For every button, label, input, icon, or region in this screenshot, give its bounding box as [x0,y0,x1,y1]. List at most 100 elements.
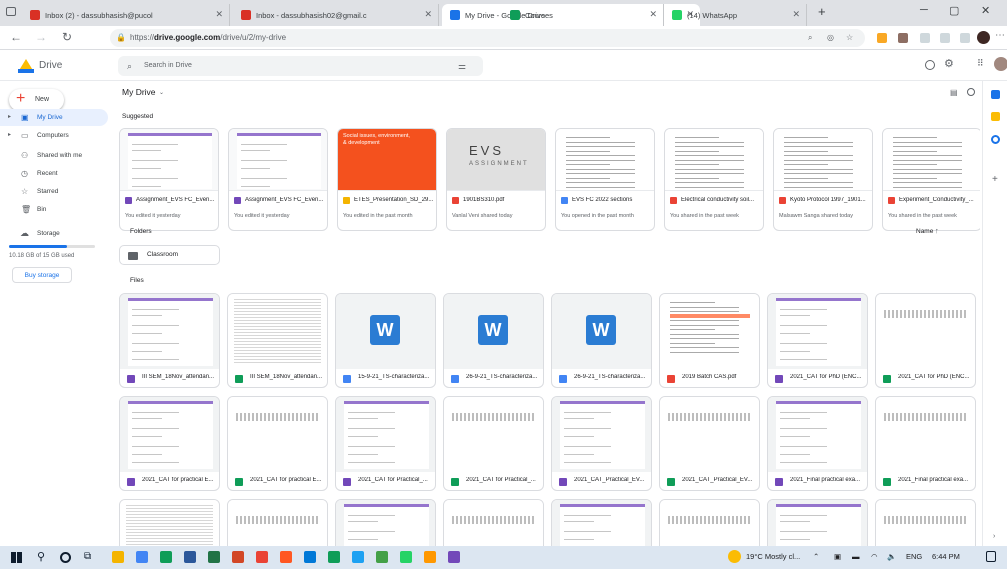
list-view-icon[interactable]: ▤ [950,88,958,97]
taskbar-app-icon[interactable] [208,551,220,563]
close-window-icon[interactable]: ✕ [981,4,990,17]
battery-icon[interactable]: ▬ [852,552,860,561]
taskbar-app-icon[interactable] [328,551,340,563]
downloads-icon[interactable] [960,33,970,43]
expand-panel-icon[interactable]: › [993,533,995,540]
taskbar-app-icon[interactable] [256,551,268,563]
weather-text[interactable]: 19°C Mostly cl... [746,552,800,561]
browser-tab[interactable]: Courses ✕ [502,4,664,26]
file-card[interactable] [551,499,652,546]
calendar-icon[interactable] [991,90,1000,99]
url-field[interactable]: 🔒 https://drive.google.com/drive/u/2/my-… [110,29,865,47]
file-card[interactable]: W 15-9-21_TS-characteriza... [335,293,436,388]
maximize-icon[interactable]: ▢ [949,4,959,17]
taskbar-app-icon[interactable] [304,551,316,563]
forward-arrow-icon[interactable]: → [35,30,47,44]
file-card[interactable]: 2021_CAT for PhD (ENC... [875,293,976,388]
favorite-star-icon[interactable]: ☆ [846,29,853,47]
suggested-file-card[interactable]: Assignment_EVS FC_Even... You edited it y… [228,128,328,231]
file-card[interactable]: 2021_Final practical exa... [767,396,868,491]
file-card[interactable] [119,499,220,546]
file-card[interactable]: W 26-9-21_TS-characteriza... [551,293,652,388]
favorites-icon[interactable] [940,33,950,43]
close-tab-icon[interactable]: ✕ [649,9,657,20]
suggested-file-card[interactable]: Electrical conductivity soil... You share… [664,128,764,231]
wifi-icon[interactable]: ◠ [871,552,878,561]
account-avatar[interactable] [994,57,1007,71]
sidebar-item-computers[interactable]: ▸ ▭ Computers [0,127,108,144]
weather-sun-icon[interactable] [728,550,741,563]
extension-puzzle-icon[interactable] [898,33,908,43]
file-card[interactable]: 2021_CAT for Practical_... [335,396,436,491]
file-card[interactable]: 2021_CAT_Practical_EV... [659,396,760,491]
zoom-icon[interactable]: ⌕ [808,29,812,47]
sidebar-item-starred[interactable]: ☆ Starred [0,183,108,200]
file-card[interactable]: 2019 Batch CAS.pdf [659,293,760,388]
reader-icon[interactable]: ◎ [827,29,834,47]
tray-chevron-icon[interactable]: ⌃ [813,552,819,561]
file-card[interactable]: 2021_CAT for PhD (ENC... [767,293,868,388]
suggested-file-card[interactable]: Kyoto Protocol 1997_1901... Malsawm Sanga… [773,128,873,231]
file-card[interactable] [227,499,328,546]
tab-actions-icon[interactable] [6,7,16,16]
file-card[interactable]: 2021_CAT for practical E... [119,396,220,491]
expand-arrow-icon[interactable]: ▸ [8,127,11,144]
help-icon[interactable] [925,60,935,70]
search-input[interactable]: ⌕ Search in Drive ⚌ [118,56,483,76]
page-title[interactable]: My Drive [122,87,156,97]
browser-tab[interactable]: (14) WhatsApp ✕ [664,4,807,26]
taskbar-app-icon[interactable] [136,551,148,563]
close-tab-icon[interactable]: ✕ [792,9,800,20]
close-tab-icon[interactable]: ✕ [424,9,432,20]
cortana-icon[interactable] [60,552,71,563]
buy-storage-button[interactable]: Buy storage [12,267,72,283]
tasks-icon[interactable] [991,135,1000,144]
file-card[interactable]: 2021_CAT for practical E... [227,396,328,491]
minimize-icon[interactable]: ─ [920,4,928,16]
close-tab-icon[interactable]: ✕ [215,9,223,20]
file-card[interactable] [767,499,868,546]
taskbar-app-icon[interactable] [232,551,244,563]
taskbar-app-icon[interactable] [352,551,364,563]
browser-menu-icon[interactable]: ⋯ [995,30,1005,41]
taskbar-app-icon[interactable] [184,551,196,563]
file-card[interactable]: 2021_CAT for Practical_... [443,396,544,491]
apps-grid-icon[interactable]: ⠿ [977,58,984,69]
taskbar-app-icon[interactable] [280,551,292,563]
taskbar-app-icon[interactable] [376,551,388,563]
sort-label[interactable]: Name [916,228,933,235]
keep-icon[interactable] [991,112,1000,121]
suggested-file-card[interactable]: Experiment_Conductivity_... You shared in… [882,128,980,231]
expand-arrow-icon[interactable]: ▸ [8,109,11,126]
sidebar-item-bin[interactable]: 🗑 Bin [0,201,108,218]
sidebar-item-my-drive[interactable]: ▸ ▣ My Drive [0,109,108,126]
file-card[interactable]: W 26-9-21_TS-characteriza... [443,293,544,388]
taskbar-app-icon[interactable] [424,551,436,563]
taskbar-app-icon[interactable] [160,551,172,563]
tray-app-icon[interactable]: ▣ [834,552,841,561]
get-addons-plus-icon[interactable]: + [992,174,998,185]
taskbar-app-icon[interactable] [400,551,412,563]
file-card[interactable] [443,499,544,546]
new-tab-plus-icon[interactable]: + [818,4,826,19]
file-card[interactable] [659,499,760,546]
clock-time[interactable]: 6:44 PM [932,552,960,561]
suggested-file-card[interactable]: EVS FC 2022 sections You opened in the pa… [555,128,655,231]
file-card[interactable] [335,499,436,546]
settings-gear-icon[interactable]: ⚙ [944,57,954,70]
windows-start-icon[interactable] [11,552,22,563]
taskbar-app-icon[interactable] [448,551,460,563]
back-arrow-icon[interactable]: ← [10,30,22,44]
volume-icon[interactable]: 🔈 [887,552,896,561]
reload-icon[interactable]: ↻ [62,30,72,44]
file-card[interactable]: III SEM_18Nov_attendan... [119,293,220,388]
suggested-file-card[interactable]: Social issues, environment, & developmen… [337,128,437,231]
suggested-file-card[interactable]: Assignment_EVS FC_Even... You edited it y… [119,128,219,231]
sidebar-item-shared-with-me[interactable]: ⚇ Shared with me [0,147,108,164]
file-card[interactable]: III SEM_18Nov_attendan... [227,293,328,388]
language-indicator[interactable]: ENG [906,552,922,561]
sort-arrow-icon[interactable]: ↑ [935,226,939,235]
storage-label[interactable]: Storage [37,230,60,237]
taskbar-app-icon[interactable] [112,551,124,563]
extension-sc-icon[interactable] [877,33,887,43]
